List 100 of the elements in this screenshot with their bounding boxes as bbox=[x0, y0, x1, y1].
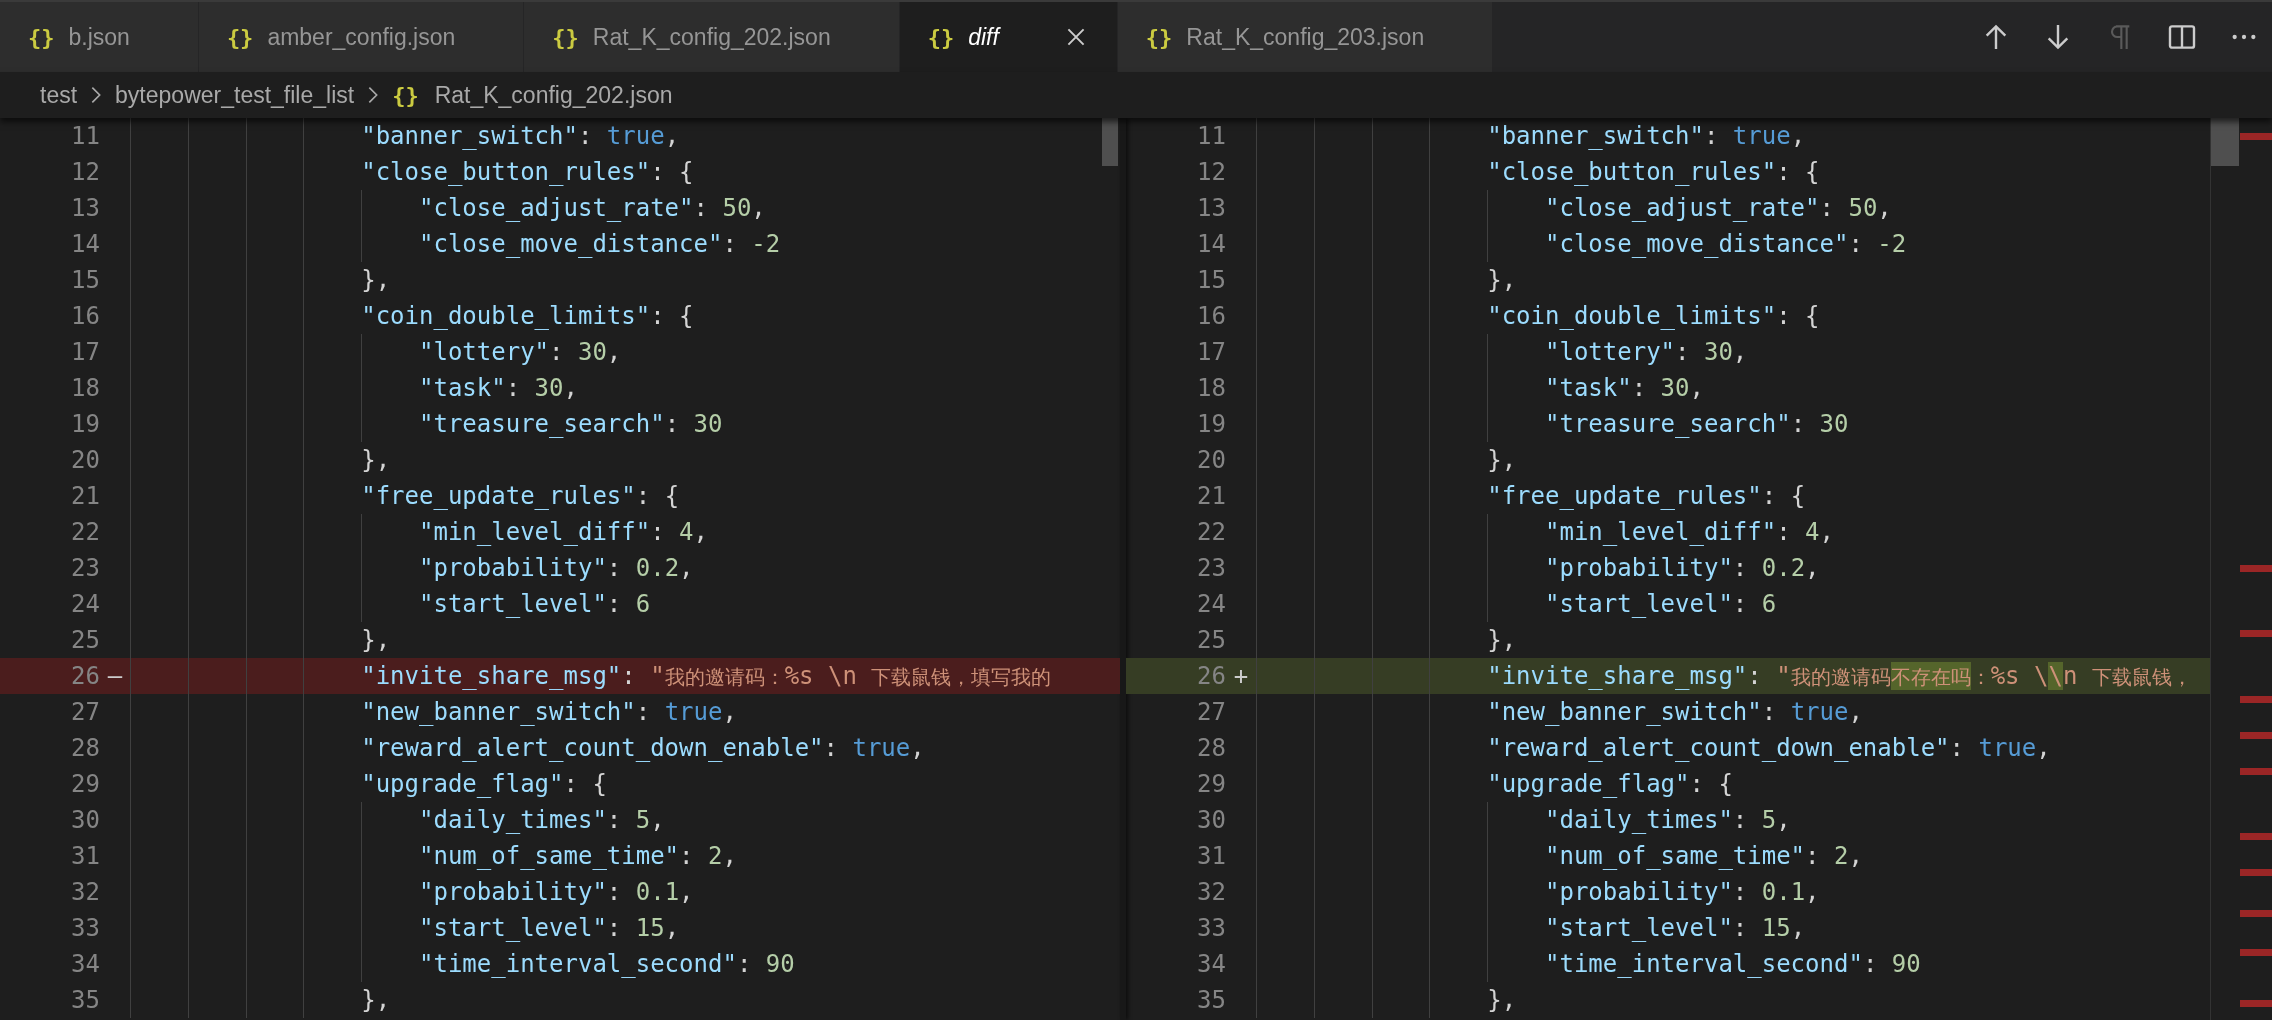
code-line: "start_level": 6 bbox=[1545, 589, 1777, 620]
code-line: "min_level_diff": 4, bbox=[419, 517, 708, 548]
line-number: 29 bbox=[70, 769, 100, 800]
code-line: "num_of_same_time": 2, bbox=[419, 841, 737, 872]
line-number: 11 bbox=[1196, 121, 1226, 152]
line-number: 11 bbox=[70, 121, 100, 152]
line-number: 28 bbox=[70, 733, 100, 764]
code-line: "close_move_distance": -2 bbox=[419, 229, 781, 260]
line-number: 16 bbox=[1196, 301, 1226, 332]
code-line: }, bbox=[1487, 445, 1517, 476]
code-line: }, bbox=[361, 985, 391, 1016]
line-number: 31 bbox=[1196, 841, 1226, 872]
code-line: }, bbox=[1487, 265, 1517, 296]
diff-marker: — bbox=[106, 661, 124, 692]
json-file-icon: {} bbox=[1145, 20, 1173, 54]
tab[interactable]: {} Rat_K_config_202.json bbox=[524, 2, 900, 72]
line-number: 34 bbox=[70, 949, 100, 980]
code-line: "new_banner_switch": true, bbox=[361, 697, 737, 728]
line-number: 21 bbox=[1196, 481, 1226, 512]
code-line: "invite_share_msg": "我的邀请码：%s \n 下载鼠钱，填写我的 bbox=[361, 661, 1052, 692]
line-number: 34 bbox=[1196, 949, 1226, 980]
code-line: "upgrade_flag": { bbox=[361, 769, 607, 800]
json-file-icon: {} bbox=[927, 20, 955, 54]
tab[interactable]: {} diff bbox=[899, 2, 1118, 72]
code-line: "probability": 0.1, bbox=[419, 877, 694, 908]
line-number: 17 bbox=[70, 337, 100, 368]
line-number: 23 bbox=[70, 553, 100, 584]
code-line: "reward_alert_count_down_enable": true, bbox=[361, 733, 925, 764]
line-number: 13 bbox=[1196, 193, 1226, 224]
code-line: "close_adjust_rate": 50, bbox=[1545, 193, 1892, 224]
json-file-icon: {} bbox=[226, 20, 254, 54]
line-number: 24 bbox=[1196, 589, 1226, 620]
json-file-icon: {} bbox=[28, 20, 55, 54]
line-number: 19 bbox=[1196, 409, 1226, 440]
line-number: 13 bbox=[70, 193, 100, 224]
diff-marker: + bbox=[1232, 661, 1250, 692]
breadcrumb-item[interactable]: bytepower_test_file_list bbox=[115, 77, 355, 113]
code-line: "reward_alert_count_down_enable": true, bbox=[1487, 733, 2051, 764]
line-number: 30 bbox=[1196, 805, 1226, 836]
line-number: 22 bbox=[1196, 517, 1226, 548]
code-line: "daily_times": 5, bbox=[419, 805, 665, 836]
line-number: 31 bbox=[70, 841, 100, 872]
line-number: 16 bbox=[70, 301, 100, 332]
line-number: 23 bbox=[1196, 553, 1226, 584]
code-line: "upgrade_flag": { bbox=[1487, 769, 1733, 800]
line-number: 20 bbox=[70, 445, 100, 476]
code-line: "free_update_rules": { bbox=[361, 481, 680, 512]
code-line: "treasure_search": 30 bbox=[419, 409, 723, 440]
line-number: 24 bbox=[70, 589, 100, 620]
code-line: "probability": 0.2, bbox=[419, 553, 694, 584]
code-line: "start_level": 15, bbox=[419, 913, 680, 944]
line-number: 21 bbox=[70, 481, 100, 512]
json-file-icon: {} bbox=[392, 78, 419, 112]
scrollbar-thumb[interactable] bbox=[1102, 118, 1118, 166]
line-number: 30 bbox=[70, 805, 100, 836]
line-number: 26 bbox=[1196, 661, 1226, 692]
tab[interactable]: {} b.json bbox=[0, 2, 199, 72]
code-line: }, bbox=[361, 625, 391, 656]
code-line: "num_of_same_time": 2, bbox=[1545, 841, 1863, 872]
code-line: "new_banner_switch": true, bbox=[1487, 697, 1863, 728]
code-line: }, bbox=[1487, 985, 1517, 1016]
line-number: 18 bbox=[70, 373, 100, 404]
json-file-icon: {} bbox=[552, 20, 579, 54]
code-line: "probability": 0.2, bbox=[1545, 553, 1820, 584]
tab[interactable]: {} amber_config.json bbox=[198, 2, 525, 72]
line-number: 33 bbox=[1196, 913, 1226, 944]
code-line: "time_interval_second": 90 bbox=[419, 949, 795, 980]
code-line: "close_button_rules": { bbox=[361, 157, 694, 188]
line-number: 35 bbox=[1196, 985, 1226, 1016]
code-line: "probability": 0.1, bbox=[1545, 877, 1820, 908]
code-line: "time_interval_second": 90 bbox=[1545, 949, 1921, 980]
code-line: "coin_double_limits": { bbox=[1487, 301, 1820, 332]
line-number: 32 bbox=[1196, 877, 1226, 908]
code-line: "coin_double_limits": { bbox=[361, 301, 694, 332]
breadcrumb-item[interactable]: Rat_K_config_202.json bbox=[434, 77, 673, 113]
line-number: 12 bbox=[70, 157, 100, 188]
code-line: }, bbox=[1487, 625, 1517, 656]
code-line: "free_update_rules": { bbox=[1487, 481, 1806, 512]
code-line: }, bbox=[361, 445, 391, 476]
line-number: 18 bbox=[1196, 373, 1226, 404]
line-number: 15 bbox=[1196, 265, 1226, 296]
line-number: 35 bbox=[70, 985, 100, 1016]
code-line: "banner_switch": true, bbox=[361, 121, 680, 152]
line-number: 27 bbox=[1196, 697, 1226, 728]
code-line: "invite_share_msg": "我的邀请码不存在吗：%s \\n 下载鼠钱， bbox=[1487, 661, 2192, 692]
line-number: 14 bbox=[70, 229, 100, 260]
code-line: "task": 30, bbox=[1545, 373, 1704, 404]
tab[interactable]: {} Rat_K_config_203.json bbox=[1117, 2, 1494, 72]
line-number: 12 bbox=[1196, 157, 1226, 188]
line-number: 15 bbox=[70, 265, 100, 296]
line-number: 29 bbox=[1196, 769, 1226, 800]
code-line: "start_level": 6 bbox=[419, 589, 651, 620]
code-line: "banner_switch": true, bbox=[1487, 121, 1806, 152]
breadcrumb-item[interactable]: test bbox=[40, 77, 78, 113]
code-line: "close_button_rules": { bbox=[1487, 157, 1820, 188]
line-number: 20 bbox=[1196, 445, 1226, 476]
line-number: 25 bbox=[1196, 625, 1226, 656]
line-number: 33 bbox=[70, 913, 100, 944]
code-line: "lottery": 30, bbox=[1545, 337, 1748, 368]
code-line: "treasure_search": 30 bbox=[1545, 409, 1849, 440]
